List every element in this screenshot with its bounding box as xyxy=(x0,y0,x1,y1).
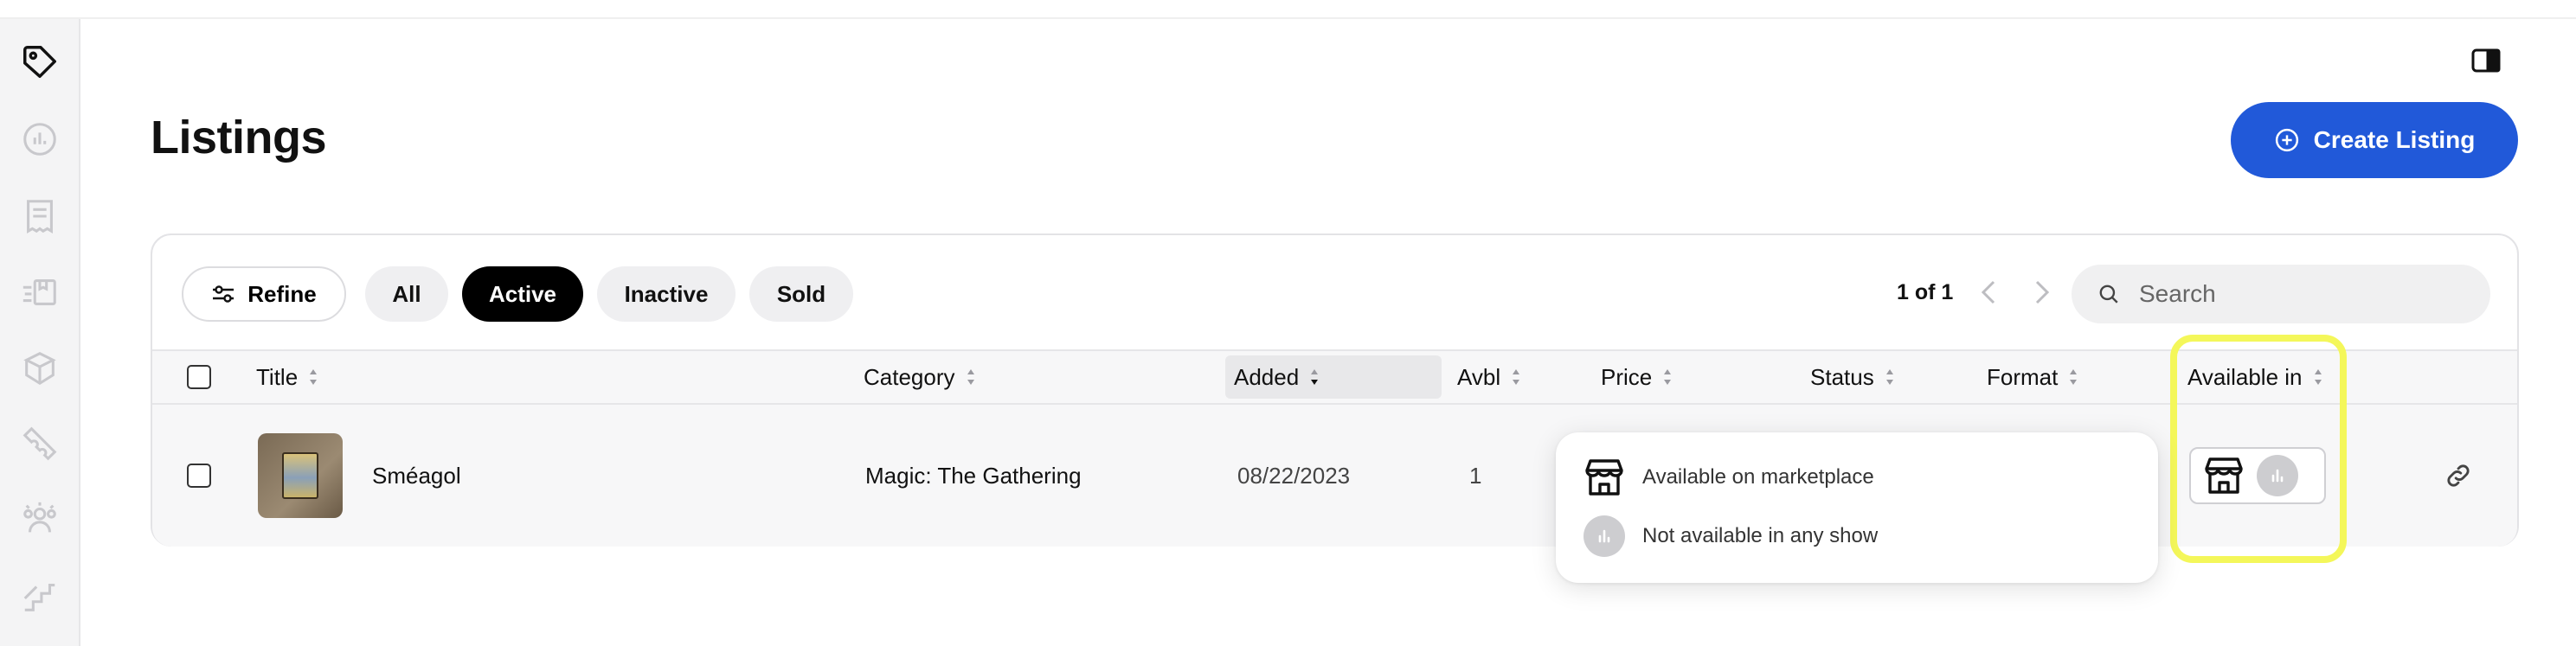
next-page-button[interactable] xyxy=(2025,273,2059,311)
tooltip-marketplace-text: Available on marketplace xyxy=(1642,465,1874,489)
column-category-label: Category xyxy=(864,363,955,390)
sort-icon xyxy=(1511,368,1521,387)
tooltip-show-row: Not available in any show xyxy=(1584,515,1878,557)
sort-icon xyxy=(966,368,976,387)
column-format-label: Format xyxy=(1987,363,2059,390)
column-header-category[interactable]: Category xyxy=(864,351,976,403)
show-analytics-icon xyxy=(1584,515,1625,557)
tooltip-show-text: Not available in any show xyxy=(1642,524,1879,547)
sidebar-item-community[interactable] xyxy=(9,488,71,550)
row-checkbox[interactable] xyxy=(187,405,211,547)
listings-card: Refine All Active Inactive Sold 1 of 1 T… xyxy=(151,233,2519,547)
column-header-price[interactable]: Price xyxy=(1601,351,1673,403)
page-title: Listings xyxy=(151,112,327,163)
sidebar-item-tickets[interactable] xyxy=(9,413,71,475)
receipt-icon xyxy=(27,200,53,233)
sort-icon xyxy=(1885,368,1895,387)
bundle-icon xyxy=(23,352,56,386)
highlight-box xyxy=(2170,335,2347,563)
column-header-status[interactable]: Status xyxy=(1810,351,1895,403)
sort-desc-icon xyxy=(1309,368,1320,387)
column-status-label: Status xyxy=(1810,363,1874,390)
sidebar-item-bundles[interactable] xyxy=(9,337,71,400)
tag-icon xyxy=(23,46,56,79)
chevron-left-icon xyxy=(1981,280,1995,304)
column-header-format[interactable]: Format xyxy=(1987,351,2078,403)
sort-icon xyxy=(308,368,318,387)
copy-link-button[interactable] xyxy=(2444,405,2473,547)
filter-chip-all[interactable]: All xyxy=(365,266,448,322)
sidebar-panel-icon xyxy=(2471,48,2501,73)
prev-page-button[interactable] xyxy=(1971,273,2006,311)
column-price-label: Price xyxy=(1601,363,1653,390)
column-title-label: Title xyxy=(256,363,299,390)
listing-thumbnail xyxy=(258,405,343,547)
availability-tooltip: Available on marketplace Not available i… xyxy=(1556,432,2158,583)
tooltip-marketplace-row: Available on marketplace xyxy=(1584,458,1874,496)
column-header-added[interactable]: Added xyxy=(1225,355,1442,399)
sliders-icon xyxy=(213,285,234,303)
create-listing-button[interactable]: Create Listing xyxy=(2231,102,2518,178)
sort-icon xyxy=(2068,368,2078,387)
column-added-label: Added xyxy=(1234,363,1300,390)
top-border xyxy=(0,17,2576,19)
table-header: Title Category Added Avbl Price Status F… xyxy=(152,349,2517,405)
select-all-checkbox[interactable] xyxy=(187,351,211,403)
growth-icon xyxy=(23,584,55,611)
sidebar-item-shipping[interactable] xyxy=(9,261,71,323)
shipping-icon xyxy=(22,279,56,305)
table-row[interactable]: Sméagol Magic: The Gathering 08/22/2023 … xyxy=(152,405,2517,547)
analytics-icon xyxy=(23,123,56,156)
filter-chip-sold[interactable]: Sold xyxy=(749,266,853,322)
sort-icon xyxy=(1662,368,1673,387)
pagination-label: 1 of 1 xyxy=(1897,280,1954,304)
search-box[interactable] xyxy=(2072,265,2490,323)
refine-button[interactable]: Refine xyxy=(182,266,346,322)
filter-chip-active[interactable]: Active xyxy=(462,266,583,322)
storefront-icon xyxy=(1585,459,1623,496)
listing-title[interactable]: Sméagol xyxy=(372,405,461,547)
column-header-avbl[interactable]: Avbl xyxy=(1457,351,1521,403)
listing-category: Magic: The Gathering xyxy=(865,462,1082,489)
search-icon xyxy=(2099,285,2118,304)
column-avbl-label: Avbl xyxy=(1457,363,1501,390)
filter-chip-inactive[interactable]: Inactive xyxy=(597,266,736,322)
link-icon xyxy=(2447,464,2470,487)
sidebar-item-listings[interactable] xyxy=(9,31,71,93)
listing-available-qty: 1 xyxy=(1469,462,1482,489)
community-icon xyxy=(23,502,56,533)
create-listing-label: Create Listing xyxy=(2313,126,2476,153)
sidebar-item-growth[interactable] xyxy=(9,566,71,628)
panel-toggle-button[interactable] xyxy=(2469,43,2503,78)
ticket-icon xyxy=(22,426,57,461)
sidebar xyxy=(0,19,80,646)
refine-label: Refine xyxy=(247,280,317,307)
sidebar-item-analytics[interactable] xyxy=(9,108,71,170)
plus-circle-icon xyxy=(2275,128,2298,152)
listing-added-date: 08/22/2023 xyxy=(1237,462,1351,489)
chevron-right-icon xyxy=(2035,280,2050,304)
sidebar-item-orders[interactable] xyxy=(9,185,71,247)
column-header-title[interactable]: Title xyxy=(256,351,318,403)
search-input[interactable] xyxy=(2139,280,2468,308)
